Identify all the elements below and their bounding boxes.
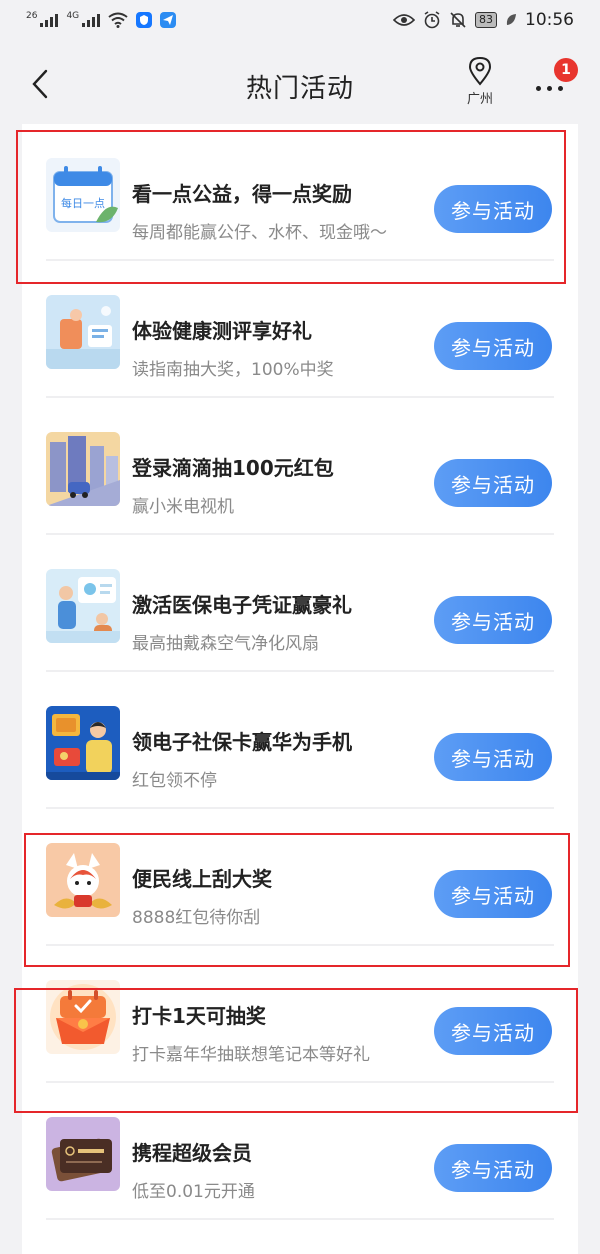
divider bbox=[46, 1218, 554, 1220]
activity-title: 体验健康测评享好礼 bbox=[132, 319, 312, 343]
activity-item[interactable]: 体验健康测评享好礼 读指南抽大奖，100%中奖 参与活动 bbox=[22, 261, 578, 398]
battery-icon: 83 bbox=[475, 12, 497, 28]
social-security-card-icon bbox=[46, 706, 120, 780]
checkin-calendar-icon bbox=[46, 980, 120, 1054]
location-button[interactable]: 广州 bbox=[458, 56, 502, 116]
join-activity-button[interactable]: 参与活动 bbox=[434, 459, 552, 507]
activity-subtitle: 最高抽戴森空气净化风扇 bbox=[132, 634, 319, 654]
activity-subtitle: 每周都能赢公仔、水杯、现金哦～ bbox=[132, 223, 387, 243]
network-label-2: 4G bbox=[66, 11, 80, 21]
ctrip-member-card-icon bbox=[46, 1117, 120, 1191]
activity-title: 看一点公益，得一点奖励 bbox=[132, 182, 352, 206]
activity-item[interactable]: 领电子社保卡赢华为手机 红包领不停 参与活动 bbox=[22, 672, 578, 809]
activity-title: 激活医保电子凭证赢豪礼 bbox=[132, 593, 352, 617]
clock-time: 10:56 bbox=[525, 10, 574, 30]
location-pin-icon bbox=[468, 56, 492, 86]
join-activity-button[interactable]: 参与活动 bbox=[434, 1007, 552, 1055]
activity-title: 便民线上刮大奖 bbox=[132, 867, 272, 891]
status-bar-left: 26 4G bbox=[26, 11, 177, 28]
activity-title: 登录滴滴抽100元红包 bbox=[132, 456, 334, 480]
nav-bar: 热门活动 广州 1 bbox=[0, 46, 600, 124]
eye-icon bbox=[393, 14, 415, 26]
join-activity-button[interactable]: 参与活动 bbox=[434, 322, 552, 370]
status-bar: 26 4G 83 10:56 bbox=[0, 0, 600, 46]
activity-subtitle: 低至0.01元开通 bbox=[132, 1182, 255, 1202]
activity-item[interactable]: 便民线上刮大奖 8888红包待你刮 参与活动 bbox=[22, 809, 578, 946]
activity-list: 每日一点 看一点公益，得一点奖励 每周都能赢公仔、水杯、现金哦～ 参与活动 体验… bbox=[22, 124, 578, 1254]
daily-calendar-icon: 每日一点 bbox=[46, 158, 120, 232]
activity-title: 领电子社保卡赢华为手机 bbox=[132, 730, 352, 754]
activity-title: 携程超级会员 bbox=[132, 1141, 252, 1165]
more-menu-button[interactable]: 1 bbox=[528, 58, 578, 110]
leaf-icon bbox=[506, 14, 516, 25]
health-check-icon bbox=[46, 295, 120, 369]
location-label: 广州 bbox=[466, 92, 493, 107]
notification-badge: 1 bbox=[554, 58, 578, 82]
activity-item[interactable]: 激活医保电子凭证赢豪礼 最高抽戴森空气净化风扇 参与活动 bbox=[22, 535, 578, 672]
activity-item[interactable]: 登录滴滴抽100元红包 赢小米电视机 参与活动 bbox=[22, 398, 578, 535]
calendar-label: 每日一点 bbox=[61, 196, 105, 210]
join-activity-button[interactable]: 参与活动 bbox=[434, 1144, 552, 1192]
activity-title: 打卡1天可抽奖 bbox=[132, 1004, 266, 1028]
alarm-icon bbox=[424, 11, 440, 29]
join-activity-button[interactable]: 参与活动 bbox=[434, 596, 552, 644]
join-activity-button[interactable]: 参与活动 bbox=[434, 733, 552, 781]
scratch-card-icon bbox=[46, 843, 120, 917]
shield-app-icon bbox=[136, 12, 153, 28]
activity-item[interactable]: 携程超级会员 低至0.01元开通 参与活动 bbox=[22, 1083, 578, 1220]
activity-subtitle: 红包领不停 bbox=[132, 771, 217, 791]
signal-icon: 26 bbox=[26, 11, 59, 27]
activity-subtitle: 赢小米电视机 bbox=[132, 497, 234, 517]
page-title: 热门活动 bbox=[245, 74, 354, 104]
activity-subtitle: 打卡嘉年华抽联想笔记本等好礼 bbox=[132, 1045, 370, 1065]
activity-subtitle: 读指南抽大奖，100%中奖 bbox=[132, 360, 334, 380]
join-activity-button[interactable]: 参与活动 bbox=[434, 185, 552, 233]
signal-icon-2: 4G bbox=[66, 11, 101, 27]
send-app-icon bbox=[160, 12, 177, 28]
status-bar-right: 83 10:56 bbox=[393, 10, 574, 30]
didi-city-icon bbox=[46, 432, 120, 506]
activity-item[interactable]: 每日一点 看一点公益，得一点奖励 每周都能赢公仔、水杯、现金哦～ 参与活动 bbox=[22, 124, 578, 261]
activity-item[interactable]: 打卡1天可抽奖 打卡嘉年华抽联想笔记本等好礼 参与活动 bbox=[22, 946, 578, 1083]
join-activity-button[interactable]: 参与活动 bbox=[434, 870, 552, 918]
mute-bell-icon bbox=[450, 12, 466, 28]
more-dots-icon bbox=[536, 86, 563, 91]
medical-insurance-icon bbox=[46, 569, 120, 643]
network-label: 26 bbox=[26, 11, 38, 21]
wifi-icon bbox=[108, 12, 128, 28]
activity-subtitle: 8888红包待你刮 bbox=[132, 908, 261, 928]
